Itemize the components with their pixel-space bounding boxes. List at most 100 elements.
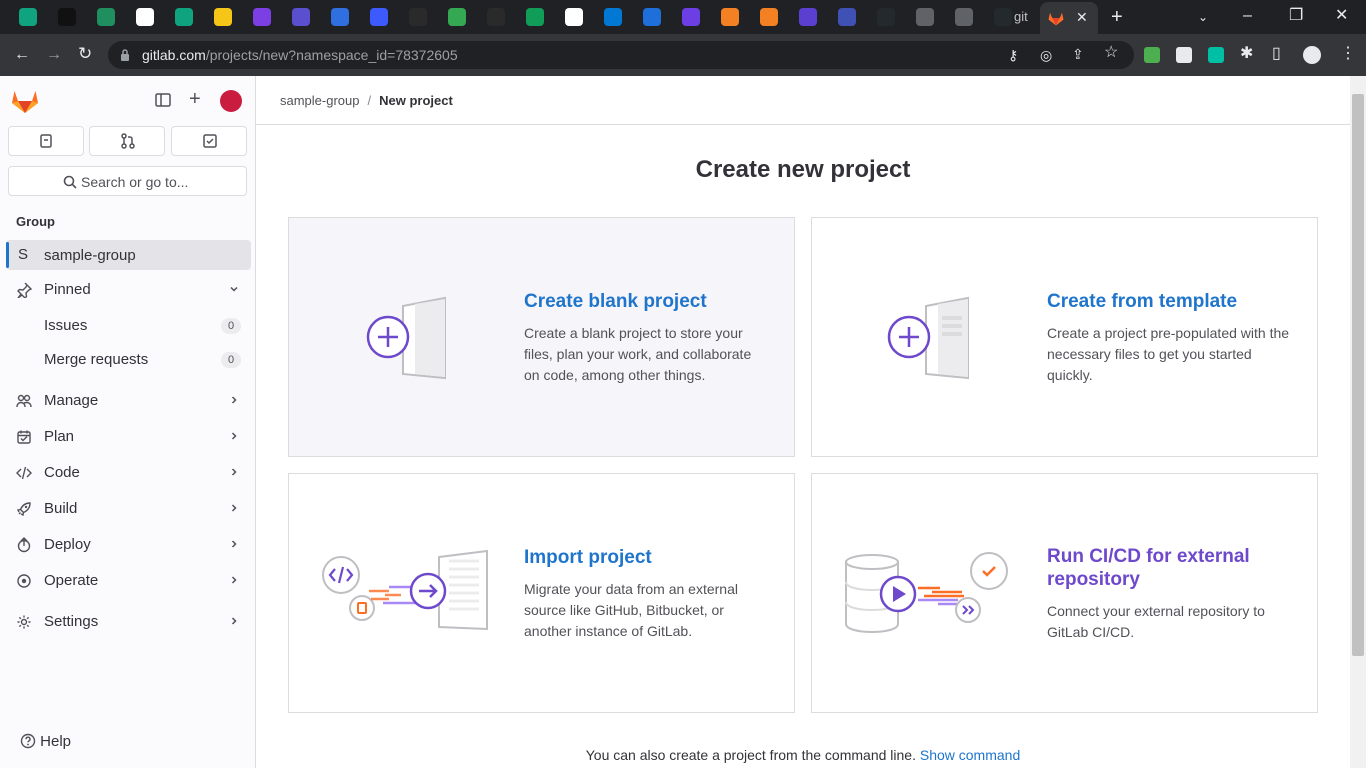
group-name: sample-group xyxy=(44,247,136,264)
tab-favicon-icon[interactable] xyxy=(721,8,739,26)
active-tab[interactable]: ✕ xyxy=(1040,2,1098,34)
tab-favicon-icon[interactable] xyxy=(916,8,934,26)
todo-list-button[interactable] xyxy=(171,126,247,156)
tab-favicon-icon[interactable] xyxy=(136,8,154,26)
sidebar-item-build[interactable]: Build xyxy=(0,494,256,524)
tab-favicon-icon[interactable] xyxy=(526,8,544,26)
avatar[interactable] xyxy=(220,90,242,112)
desc-line: files, plan your work, and collaborate xyxy=(524,346,752,362)
header-divider xyxy=(256,124,1350,125)
card-title[interactable]: Run CI/CD for external repository xyxy=(1047,545,1309,591)
card-title[interactable]: Create blank project xyxy=(524,290,786,313)
sidebar-item-label: Plan xyxy=(44,428,75,445)
sidebar-item-settings[interactable]: Settings xyxy=(0,607,256,637)
forward-icon[interactable]: → xyxy=(46,47,62,63)
gitlab-logo-icon[interactable] xyxy=(10,86,40,114)
show-command-link[interactable]: Show command xyxy=(920,747,1020,763)
sidebar-item-operate[interactable]: Operate xyxy=(0,566,256,596)
create-from-template-card[interactable]: Create from template Create a project pr… xyxy=(811,217,1318,457)
settings-icon xyxy=(17,615,31,629)
tab-favicon-icon[interactable] xyxy=(565,8,583,26)
minimize-icon[interactable]: – xyxy=(1243,8,1252,24)
tab-favicon-icon[interactable] xyxy=(331,8,349,26)
window-close-icon[interactable]: ✕ xyxy=(1335,8,1348,24)
back-icon[interactable]: ← xyxy=(14,47,30,63)
sidebar-item-group[interactable]: S sample-group xyxy=(6,240,251,270)
sidebar-item-code[interactable]: Code xyxy=(0,458,256,488)
question-icon xyxy=(20,733,36,749)
tab-favicon-icon[interactable] xyxy=(214,8,232,26)
extensions-puzzle-icon[interactable]: ✱ xyxy=(1240,46,1253,62)
site-info-icon[interactable] xyxy=(120,49,130,61)
desc-line: source like GitHub, Bitbucket, or xyxy=(524,602,724,618)
tab-favicon-icon[interactable] xyxy=(487,8,505,26)
tab-favicon-icon[interactable] xyxy=(838,8,856,26)
collapse-sidebar-icon[interactable] xyxy=(155,92,171,108)
restore-icon[interactable]: ❐ xyxy=(1289,8,1303,24)
search-input[interactable]: Search or go to... xyxy=(8,166,247,196)
card-title[interactable]: Create from template xyxy=(1047,290,1309,313)
sidebar-item-plan[interactable]: Plan xyxy=(0,422,256,452)
desc-line: Create a blank project to store your xyxy=(524,325,743,341)
help-button[interactable]: Help xyxy=(20,733,71,750)
tab-favicon-icon[interactable] xyxy=(682,8,700,26)
tab-search-icon[interactable]: ⌄ xyxy=(1198,9,1208,25)
breadcrumb-parent[interactable]: sample-group xyxy=(280,93,360,108)
tab-title-partial[interactable]: git xyxy=(1014,9,1028,24)
desc-line: Connect your external repository to xyxy=(1047,603,1265,619)
merge-request-icon xyxy=(121,133,135,149)
tab-favicon-icon[interactable] xyxy=(409,8,427,26)
reload-icon[interactable]: ↻ xyxy=(78,45,92,62)
side-panel-icon[interactable]: ▯ xyxy=(1272,46,1281,62)
extension-icon-2[interactable] xyxy=(1176,47,1192,63)
sidebar-item-pinned[interactable]: Pinned xyxy=(0,275,256,305)
scrollbar-thumb[interactable] xyxy=(1352,94,1364,656)
tab-favicon-icon[interactable] xyxy=(799,8,817,26)
tab-favicon-icon[interactable] xyxy=(370,8,388,26)
tab-favicon-icon[interactable] xyxy=(58,8,76,26)
tab-favicon-icon[interactable] xyxy=(19,8,37,26)
merge-requests-button[interactable] xyxy=(89,126,165,156)
tab-favicon-icon[interactable] xyxy=(877,8,895,26)
sidebar-item-label: Manage xyxy=(44,392,99,409)
chevron-down-icon xyxy=(230,286,238,292)
tab-favicon-icon[interactable] xyxy=(97,8,115,26)
sidebar-item-deploy[interactable]: Deploy xyxy=(0,530,256,560)
tab-favicon-icon[interactable] xyxy=(292,8,310,26)
close-tab-icon[interactable]: ✕ xyxy=(1076,9,1088,26)
tab-favicon-icon[interactable] xyxy=(253,8,271,26)
import-project-illustration-icon xyxy=(322,549,488,631)
sidebar-item-label: Operate xyxy=(44,572,99,589)
assigned-issues-button[interactable] xyxy=(8,126,84,156)
sidebar-item-label: Issues xyxy=(44,317,88,334)
card-description: Connect your external repository to GitL… xyxy=(1047,601,1307,643)
tab-favicon-icon[interactable] xyxy=(643,8,661,26)
share-icon[interactable]: ⇪ xyxy=(1072,46,1084,62)
import-project-card[interactable]: Import project Migrate your data from an… xyxy=(288,473,795,713)
tab-favicon-icon[interactable] xyxy=(604,8,622,26)
sidebar-item-issues[interactable]: Issues 0 xyxy=(0,311,256,341)
profile-avatar-icon[interactable] xyxy=(1303,46,1321,64)
run-cicd-external-repo-card[interactable]: Run CI/CD for external repository Connec… xyxy=(811,473,1318,713)
bookmark-star-icon[interactable]: ☆ xyxy=(1104,45,1118,61)
url-text[interactable]: gitlab.com/projects/new?namespace_id=783… xyxy=(142,47,458,63)
tab-favicon-icon[interactable] xyxy=(175,8,193,26)
sidebar-item-label: Deploy xyxy=(44,536,91,553)
new-tab-icon[interactable]: + xyxy=(1111,7,1123,27)
extension-icon-3[interactable] xyxy=(1208,47,1224,63)
eye-off-icon[interactable]: ◎ xyxy=(1040,47,1052,63)
create-new-icon[interactable]: + xyxy=(189,89,201,109)
card-title[interactable]: Import project xyxy=(524,546,786,569)
tab-favicon-icon[interactable] xyxy=(448,8,466,26)
extension-icon-1[interactable] xyxy=(1144,47,1160,63)
tab-favicon-icon[interactable] xyxy=(994,8,1012,26)
sidebar-item-label: Settings xyxy=(44,613,99,630)
create-blank-project-card[interactable]: Create blank project Create a blank proj… xyxy=(288,217,795,457)
sidebar-item-merge-requests[interactable]: Merge requests 0 xyxy=(0,345,256,375)
breadcrumb-current[interactable]: New project xyxy=(379,93,453,108)
chrome-menu-icon[interactable]: ⋮ xyxy=(1340,46,1356,62)
sidebar-item-manage[interactable]: Manage xyxy=(0,386,256,416)
tab-favicon-icon[interactable] xyxy=(955,8,973,26)
tab-favicon-icon[interactable] xyxy=(760,8,778,26)
key-icon[interactable]: ⚷ xyxy=(1008,47,1018,63)
